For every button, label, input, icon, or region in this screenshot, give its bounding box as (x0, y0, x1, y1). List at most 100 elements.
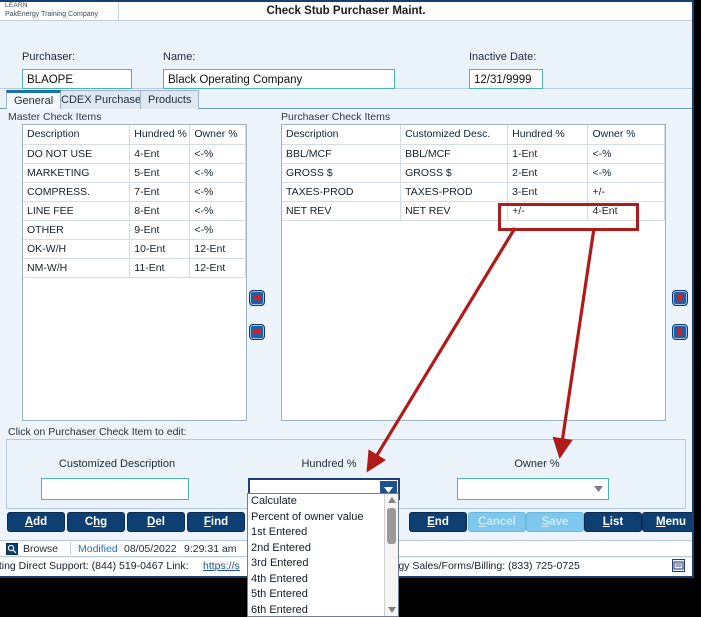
cell-hundred: 7-Ent (129, 182, 191, 202)
hundred-pct-label: Hundred % (301, 458, 357, 470)
cell-owner: 12-Ent (189, 258, 246, 278)
cell-owner: <-% (587, 163, 665, 183)
chevron-down-icon[interactable] (590, 480, 607, 498)
page-title: Check Stub Purchaser Maint. (266, 5, 426, 17)
owner-pct-label: Owner % (514, 458, 560, 470)
status-modified-date: 08/05/2022 (124, 543, 177, 555)
purchaser-col-owner: Owner % (587, 125, 665, 145)
cell-description: GROSS $ (282, 163, 402, 183)
del-button[interactable]: Del (127, 512, 185, 532)
hundred-pct-dropdown-popup[interactable]: Calculate Percent of owner value 1st Ent… (247, 493, 399, 617)
header-fields: Purchaser: BLAOPE Name: Black Operating … (0, 21, 692, 89)
cell-description: OK-W/H (23, 239, 131, 259)
inactive-date-label: Inactive Date: (469, 51, 537, 63)
move-left-icon[interactable] (249, 324, 265, 340)
master-check-items-label: Master Check Items (8, 111, 102, 123)
cell-hundred: 8-Ent (129, 201, 191, 221)
highlight-rectangle-net-rev (498, 203, 639, 231)
cell-description: MARKETING (23, 163, 131, 183)
purchaser-check-items-grid[interactable]: Description Customized Desc. Hundred % O… (281, 124, 666, 421)
keyboard-icon[interactable] (672, 559, 685, 572)
chg-button[interactable]: Chg (67, 512, 125, 532)
cell-description: NET REV (282, 201, 402, 221)
owner-pct-dropdown[interactable] (457, 478, 609, 500)
purchaser-col-customized-desc: Customized Desc. (400, 125, 509, 145)
table-row: OK-W/H 10-Ent 12-Ent (23, 239, 246, 259)
cancel-button: Cancel (468, 512, 526, 532)
table-row: NM-W/H 11-Ent 12-Ent (23, 258, 246, 278)
cell-description: NM-W/H (23, 258, 131, 278)
dropdown-option[interactable]: 5th Entered (248, 587, 384, 603)
inactive-date-input[interactable]: 12/31/9999 (469, 69, 543, 89)
dropdown-option[interactable]: Percent of owner value (248, 510, 384, 526)
table-row: OTHER 9-Ent <-% (23, 220, 246, 240)
add-button[interactable]: Add (7, 512, 65, 532)
name-label: Name: (163, 51, 196, 63)
find-button[interactable]: Find (187, 512, 245, 532)
scrollbar-thumb[interactable] (387, 508, 396, 544)
cell-custom-desc: NET REV (400, 201, 509, 221)
cell-description: BBL/MCF (282, 144, 402, 164)
dropdown-option[interactable]: 1st Entered (248, 525, 384, 541)
move-down-icon[interactable] (672, 324, 688, 340)
dropdown-option[interactable]: 6th Entered (248, 603, 384, 617)
purchaser-col-hundred: Hundred % (507, 125, 589, 145)
master-check-items-grid[interactable]: Description Hundred % Owner % DO NOT USE… (22, 124, 247, 421)
table-row: BBL/MCF BBL/MCF 1-Ent <-% (282, 144, 665, 164)
cell-description: LINE FEE (23, 201, 131, 221)
master-col-owner: Owner % (189, 125, 246, 145)
tab-cdex-purchaser[interactable]: CDEX Purchaser (53, 90, 153, 109)
cell-description: COMPRESS. (23, 182, 131, 202)
dropdown-option[interactable]: 4th Entered (248, 572, 384, 588)
move-right-icon[interactable] (249, 290, 265, 306)
customized-description-label: Customized Description (58, 458, 176, 470)
tab-general[interactable]: General (6, 90, 62, 109)
dropdown-option-list[interactable]: Calculate Percent of owner value 1st Ent… (248, 494, 384, 616)
scroll-up-icon[interactable] (385, 494, 398, 506)
title-bar: LEARN PakEnergy Training Company Check S… (0, 2, 692, 21)
cell-owner: <-% (189, 182, 246, 202)
cell-custom-desc: BBL/MCF (400, 144, 509, 164)
save-button: Save (526, 512, 584, 532)
table-row: TAXES-PROD TAXES-PROD 3-Ent +/- (282, 182, 665, 202)
dropdown-scrollbar[interactable] (384, 494, 398, 616)
edit-hint: Click on Purchaser Check Item to edit: (8, 426, 187, 438)
status-modified-time: 9:29:31 am (184, 543, 237, 555)
tab-content-general: Master Check Items Description Hundred %… (0, 109, 692, 539)
end-button[interactable]: End (409, 512, 467, 532)
cell-owner: <-% (587, 144, 665, 164)
master-table: Description Hundred % Owner % DO NOT USE… (23, 125, 246, 278)
purchaser-input[interactable]: BLAOPE (22, 69, 132, 89)
cell-custom-desc: TAXES-PROD (400, 182, 509, 202)
cell-owner: +/- (587, 182, 665, 202)
tab-products[interactable]: Products (140, 90, 200, 109)
name-input[interactable]: Black Operating Company (163, 69, 395, 89)
status-divider (70, 542, 71, 555)
dropdown-option[interactable]: 2nd Entered (248, 541, 384, 557)
menu-button[interactable]: Menu (642, 512, 692, 532)
cell-owner: 12-Ent (189, 239, 246, 259)
cell-custom-desc: GROSS $ (400, 163, 509, 183)
purchaser-label: Purchaser: (22, 51, 76, 63)
move-up-icon[interactable] (672, 290, 688, 306)
dropdown-option[interactable]: Calculate (248, 494, 384, 510)
master-col-description: Description (23, 125, 131, 145)
cell-owner: <-% (189, 144, 246, 164)
cell-owner: <-% (189, 201, 246, 221)
table-row: LINE FEE 8-Ent <-% (23, 201, 246, 221)
dropdown-option[interactable]: 3rd Entered (248, 556, 384, 572)
footer-support-link[interactable]: https://s (203, 560, 240, 572)
cell-hundred: 2-Ent (507, 163, 589, 183)
table-row: GROSS $ GROSS $2-Ent <-% (282, 163, 665, 183)
screenshot-root: LEARN PakEnergy Training Company Check S… (0, 0, 701, 617)
scroll-down-icon[interactable] (385, 604, 398, 616)
list-button[interactable]: List (584, 512, 642, 532)
purchaser-check-items-label: Purchaser Check Items (281, 111, 391, 123)
app-window: LEARN PakEnergy Training Company Check S… (0, 0, 694, 578)
master-col-hundred: Hundred % (129, 125, 191, 145)
customized-description-input[interactable] (41, 478, 189, 500)
status-modified-label: Modified (78, 543, 118, 555)
cell-description: TAXES-PROD (282, 182, 402, 202)
cell-description: DO NOT USE (23, 144, 131, 164)
master-header-row: Description Hundred % Owner % (23, 125, 246, 145)
